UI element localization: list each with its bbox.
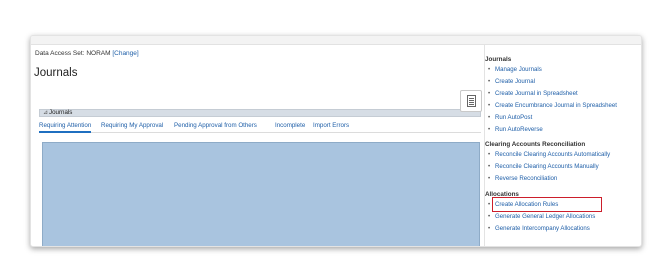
tab-pending-approval-from-others[interactable]: Pending Approval from Others (174, 122, 257, 129)
tab-import-errors[interactable]: Import Errors (313, 122, 349, 129)
app-window: Data Access Set: NORAM [Change] Journals… (30, 35, 642, 247)
top-bar (31, 36, 641, 45)
task-run-autoreverse[interactable]: Run AutoReverse (488, 126, 543, 133)
task-generate-gl-allocations[interactable]: Generate General Ledger Allocations (488, 213, 595, 220)
journal-tabs: Requiring Attention Requiring My Approva… (39, 119, 481, 133)
task-reverse-reconciliation[interactable]: Reverse Reconciliation (488, 175, 557, 182)
journals-section-header: ⊿ Journals (39, 109, 481, 117)
tab-incomplete[interactable]: Incomplete (275, 122, 305, 129)
main-content: Data Access Set: NORAM [Change] Journals… (31, 45, 483, 246)
journals-table-area (42, 142, 480, 246)
data-access-set: Data Access Set: NORAM [Change] (35, 50, 139, 57)
change-data-access-link[interactable]: [Change] (112, 50, 138, 57)
active-tab-indicator (39, 131, 91, 133)
tab-requiring-attention[interactable]: Requiring Attention (39, 122, 91, 129)
task-create-journal-spreadsheet[interactable]: Create Journal in Spreadsheet (488, 90, 578, 97)
data-access-value: NORAM (86, 50, 111, 57)
page-title: Journals (34, 67, 78, 79)
tasks-panel: Journals Manage Journals Create Journal … (484, 45, 641, 246)
tab-requiring-my-approval[interactable]: Requiring My Approval (101, 122, 163, 129)
journals-group-title: Journals (485, 56, 512, 63)
collapse-icon[interactable]: ⊿ (43, 109, 48, 116)
task-generate-intercompany-allocations[interactable]: Generate Intercompany Allocations (488, 225, 590, 232)
task-reconcile-automatically[interactable]: Reconcile Clearing Accounts Automaticall… (488, 151, 610, 158)
task-manage-journals[interactable]: Manage Journals (488, 66, 542, 73)
tasks-panel-toggle[interactable] (460, 90, 482, 112)
section-title: Journals (49, 109, 73, 116)
task-reconcile-manually[interactable]: Reconcile Clearing Accounts Manually (488, 163, 599, 170)
data-access-label: Data Access Set: (35, 50, 85, 57)
highlight-box (492, 197, 602, 212)
tasks-icon (467, 95, 476, 107)
task-create-journal[interactable]: Create Journal (488, 78, 535, 85)
task-create-encumbrance-journal[interactable]: Create Encumbrance Journal in Spreadshee… (488, 102, 617, 109)
clearing-group-title: Clearing Accounts Reconciliation (485, 141, 586, 148)
task-run-autopost[interactable]: Run AutoPost (488, 114, 532, 121)
